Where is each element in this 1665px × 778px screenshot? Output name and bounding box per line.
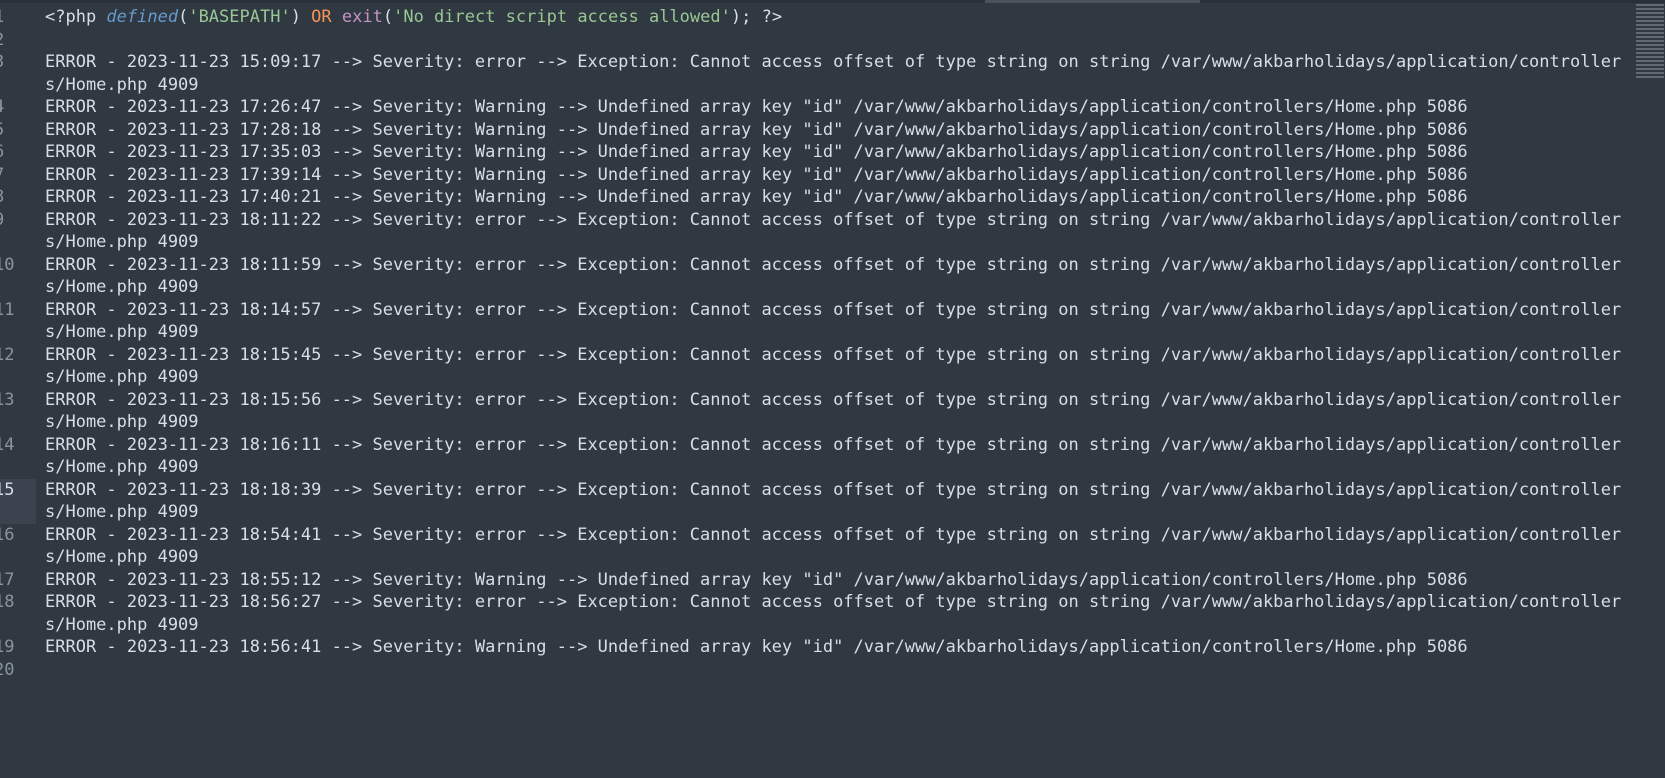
- editor-line[interactable]: 12 ERROR - 2023-11-23 18:15:45 --> Severi…: [0, 344, 1630, 389]
- log-entry-text[interactable]: ERROR - 2023-11-23 18:11:22 --> Severity…: [36, 209, 1625, 254]
- log-lines: 23ERROR - 2023-11-23 15:09:17 --> Severi…: [0, 29, 1630, 682]
- minimap-line: [1636, 4, 1664, 6]
- log-entry-text[interactable]: ERROR - 2023-11-23 18:15:45 --> Severity…: [36, 344, 1625, 389]
- editor-line[interactable]: 4ERROR - 2023-11-23 17:26:47 --> Severit…: [0, 96, 1630, 119]
- editor-line[interactable]: 6ERROR - 2023-11-23 17:35:03 --> Severit…: [0, 141, 1630, 164]
- editor-line[interactable]: 14 ERROR - 2023-11-23 18:16:11 --> Severi…: [0, 434, 1630, 479]
- minimap[interactable]: [1636, 4, 1664, 94]
- minimap-line: [1636, 36, 1664, 38]
- line-number: 13: [0, 389, 15, 410]
- editor-line[interactable]: 15ERROR - 2023-11-23 18:18:39 --> Severi…: [0, 478, 1630, 524]
- editor-line[interactable]: 3ERROR - 2023-11-23 15:09:17 --> Severit…: [0, 51, 1630, 96]
- minimap-line: [1636, 48, 1664, 50]
- log-entry-text[interactable]: ERROR - 2023-11-23 15:09:17 --> Severity…: [36, 51, 1625, 96]
- minimap-line: [1636, 20, 1664, 22]
- line-number: 8: [0, 186, 36, 209]
- line-number: 10: [0, 254, 15, 275]
- line-number: 4: [0, 96, 36, 119]
- editor-line[interactable]: 11 ERROR - 2023-11-23 18:14:57 --> Severi…: [0, 299, 1630, 344]
- log-entry-text[interactable]: ERROR - 2023-11-23 18:16:11 --> Severity…: [36, 434, 1625, 479]
- minimap-line: [1636, 40, 1664, 42]
- php-open-tag: <?php: [45, 7, 107, 27]
- log-entry-text[interactable]: ERROR - 2023-11-23 18:15:56 --> Severity…: [36, 389, 1625, 434]
- basepath-string: 'BASEPATH': [188, 7, 291, 27]
- log-entry-text[interactable]: ERROR - 2023-11-23 18:14:57 --> Severity…: [36, 299, 1625, 344]
- line-number: 9: [0, 209, 36, 254]
- log-entry-text[interactable]: ERROR - 2023-11-23 18:55:12 --> Severity…: [36, 569, 1625, 592]
- paren-open: (: [178, 7, 189, 27]
- editor-line[interactable]: 2: [0, 29, 1630, 52]
- editor-line[interactable]: 13 ERROR - 2023-11-23 18:15:56 --> Severi…: [0, 389, 1630, 434]
- code-text[interactable]: <?php defined('BASEPATH') OR exit('No di…: [36, 6, 1625, 29]
- line-number: 20: [0, 659, 15, 680]
- minimap-line: [1636, 12, 1664, 14]
- line-number: 19: [0, 637, 15, 657]
- log-entry-text[interactable]: ERROR - 2023-11-23 18:54:41 --> Severity…: [36, 524, 1625, 569]
- line-number: 1: [0, 6, 36, 29]
- minimap-line: [1636, 28, 1664, 30]
- line-number: 15: [0, 478, 36, 524]
- log-entry-text[interactable]: ERROR - 2023-11-23 18:18:39 --> Severity…: [36, 479, 1625, 524]
- log-entry-text[interactable]: ERROR - 2023-11-23 18:56:41 --> Severity…: [36, 636, 1625, 659]
- line-number: 11: [0, 299, 15, 320]
- minimap-line: [1636, 52, 1664, 54]
- minimap-line: [1636, 8, 1664, 10]
- line-number: 17: [0, 569, 15, 590]
- editor-line[interactable]: 18 ERROR - 2023-11-23 18:56:27 --> Severi…: [0, 591, 1630, 636]
- log-entry-text[interactable]: [36, 29, 1625, 52]
- minimap-line: [1636, 76, 1664, 78]
- minimap-line: [1636, 32, 1664, 34]
- log-entry-text[interactable]: ERROR - 2023-11-23 18:11:59 --> Severity…: [36, 254, 1625, 299]
- log-entry-text[interactable]: ERROR - 2023-11-23 17:40:21 --> Severity…: [36, 186, 1625, 209]
- log-entry-text[interactable]: ERROR - 2023-11-23 17:26:47 --> Severity…: [36, 96, 1625, 119]
- code-editor[interactable]: 1 <?php defined('BASEPATH') OR exit('No …: [0, 6, 1630, 778]
- editor-line[interactable]: 1 <?php defined('BASEPATH') OR exit('No …: [0, 6, 1630, 29]
- minimap-line: [1636, 68, 1664, 70]
- editor-line[interactable]: 19 ERROR - 2023-11-23 18:56:41 --> Severi…: [0, 636, 1630, 659]
- log-entry-text[interactable]: ERROR - 2023-11-23 17:28:18 --> Severity…: [36, 119, 1625, 142]
- minimap-line: [1636, 16, 1664, 18]
- defined-function: defined: [106, 7, 179, 27]
- editor-line[interactable]: 9ERROR - 2023-11-23 18:11:22 --> Severit…: [0, 209, 1630, 254]
- minimap-line: [1636, 64, 1664, 66]
- php-close-tag: ?>: [761, 7, 783, 27]
- minimap-line: [1636, 56, 1664, 58]
- editor-line[interactable]: 10 ERROR - 2023-11-23 18:11:59 --> Severi…: [0, 254, 1630, 299]
- editor-line[interactable]: 8ERROR - 2023-11-23 17:40:21 --> Severit…: [0, 186, 1630, 209]
- minimap-line: [1636, 24, 1664, 26]
- line-number: 7: [0, 164, 36, 187]
- editor-line[interactable]: 20: [0, 659, 1630, 682]
- paren-close: ): [290, 7, 312, 27]
- exit-paren-open: (: [382, 7, 394, 27]
- editor-line[interactable]: 17 ERROR - 2023-11-23 18:55:12 --> Severi…: [0, 569, 1630, 592]
- minimap-line: [1636, 72, 1664, 74]
- exit-message-string: 'No direct script access allowed': [393, 7, 731, 27]
- editor-line[interactable]: 5ERROR - 2023-11-23 17:28:18 --> Severit…: [0, 119, 1630, 142]
- or-keyword: OR: [311, 7, 342, 27]
- line-number: 3: [0, 51, 36, 96]
- exit-paren-close: );: [730, 7, 762, 27]
- line-number: 2: [0, 29, 36, 52]
- tab-bar-strip: [0, 0, 1665, 3]
- exit-function: exit: [341, 7, 383, 27]
- horizontal-scroll-thumb[interactable]: [985, 0, 1200, 3]
- line-number: 16: [0, 524, 15, 545]
- editor-line[interactable]: 7ERROR - 2023-11-23 17:39:14 --> Severit…: [0, 164, 1630, 187]
- log-entry-text[interactable]: ERROR - 2023-11-23 17:35:03 --> Severity…: [36, 141, 1625, 164]
- line-number: 12: [0, 344, 15, 365]
- log-entry-text[interactable]: ERROR - 2023-11-23 17:39:14 --> Severity…: [36, 164, 1625, 187]
- log-entry-text[interactable]: ERROR - 2023-11-23 18:56:27 --> Severity…: [36, 591, 1625, 636]
- line-number: 6: [0, 141, 36, 164]
- line-number: 18: [0, 592, 15, 612]
- minimap-line: [1636, 44, 1664, 46]
- minimap-line: [1636, 60, 1664, 62]
- line-number: 5: [0, 119, 36, 142]
- log-entry-text[interactable]: [36, 659, 1625, 682]
- editor-line[interactable]: 16 ERROR - 2023-11-23 18:54:41 --> Severi…: [0, 524, 1630, 569]
- line-number: 14: [0, 434, 15, 455]
